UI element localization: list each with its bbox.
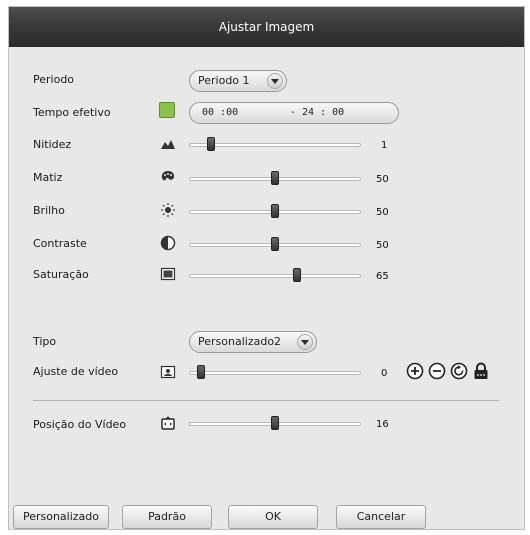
section-divider: [33, 400, 499, 401]
ajuste-video-label: Ajuste de vídeo: [33, 365, 119, 378]
tempo-enable-checkbox[interactable]: [159, 102, 175, 118]
personalizado-button[interactable]: Personalizado: [13, 505, 109, 529]
chevron-down-icon[interactable]: [297, 334, 313, 350]
matiz-slider[interactable]: [189, 171, 361, 187]
dialog-title: Ajustar Imagem: [9, 7, 524, 47]
brilho-label: Brilho: [33, 204, 65, 217]
tipo-label: Tipo: [33, 335, 57, 348]
matiz-value: 50: [376, 174, 389, 185]
contraste-slider[interactable]: [189, 237, 361, 253]
contrast-icon: [160, 235, 176, 251]
saturacao-value: 65: [376, 271, 389, 282]
nitidez-slider[interactable]: [189, 137, 361, 153]
slider-track: [189, 274, 361, 278]
reset-icon[interactable]: [450, 362, 468, 380]
matiz-label: Matiz: [33, 171, 63, 184]
ok-button[interactable]: OK: [228, 505, 318, 529]
cancelar-button[interactable]: Cancelar: [336, 505, 426, 529]
tempo-end[interactable]: - 24 : 00: [290, 103, 344, 123]
brilho-slider[interactable]: [189, 204, 361, 220]
slider-handle[interactable]: [207, 137, 216, 151]
contraste-value: 50: [376, 240, 389, 251]
saturacao-label: Saturação: [33, 268, 89, 281]
adjust-image-dialog: Ajustar Imagem Periodo Periodo 1 Tempo e…: [8, 6, 525, 530]
saturacao-slider[interactable]: [189, 268, 361, 284]
posicao-video-slider[interactable]: [189, 416, 361, 432]
ajuste-video-slider[interactable]: [189, 365, 361, 381]
posicao-video-value: 16: [376, 419, 389, 430]
brilho-value: 50: [376, 207, 389, 218]
ajuste-video-value: 0: [381, 368, 388, 379]
slider-handle[interactable]: [271, 171, 279, 185]
padrao-button[interactable]: Padrão: [122, 505, 212, 529]
slider-handle[interactable]: [271, 237, 279, 251]
slider-handle[interactable]: [197, 365, 205, 379]
tempo-start[interactable]: 00 :00: [202, 103, 238, 123]
periodo-value: Periodo 1: [198, 74, 250, 87]
slider-handle[interactable]: [271, 204, 279, 218]
picture-icon: [160, 365, 176, 379]
tempo-range-field[interactable]: 00 :00 - 24 : 00: [189, 102, 399, 124]
zoom-out-icon[interactable]: [428, 362, 446, 380]
tipo-value: Personalizado2: [198, 335, 282, 348]
tempo-efetivo-label: Tempo efetivo: [33, 106, 111, 119]
palette-icon: [161, 171, 175, 181]
saturation-icon: [160, 267, 176, 281]
slider-track: [189, 371, 361, 375]
contraste-label: Contraste: [33, 237, 87, 250]
chevron-down-icon[interactable]: [267, 73, 283, 89]
posicao-video-label: Posição do Vídeo: [33, 418, 127, 431]
periodo-label: Periodo: [33, 73, 75, 86]
zoom-in-icon[interactable]: [406, 362, 424, 380]
periodo-select[interactable]: Periodo 1: [189, 70, 287, 92]
slider-handle[interactable]: [271, 416, 279, 430]
tipo-select[interactable]: Personalizado2: [189, 331, 317, 353]
slider-handle[interactable]: [293, 268, 302, 282]
nitidez-value: 1: [381, 140, 388, 151]
nitidez-label: Nitidez: [33, 138, 72, 151]
lock-icon[interactable]: [472, 362, 490, 380]
mountain-icon: [161, 140, 175, 149]
move-icon: [161, 416, 175, 430]
sun-icon: [161, 203, 175, 217]
